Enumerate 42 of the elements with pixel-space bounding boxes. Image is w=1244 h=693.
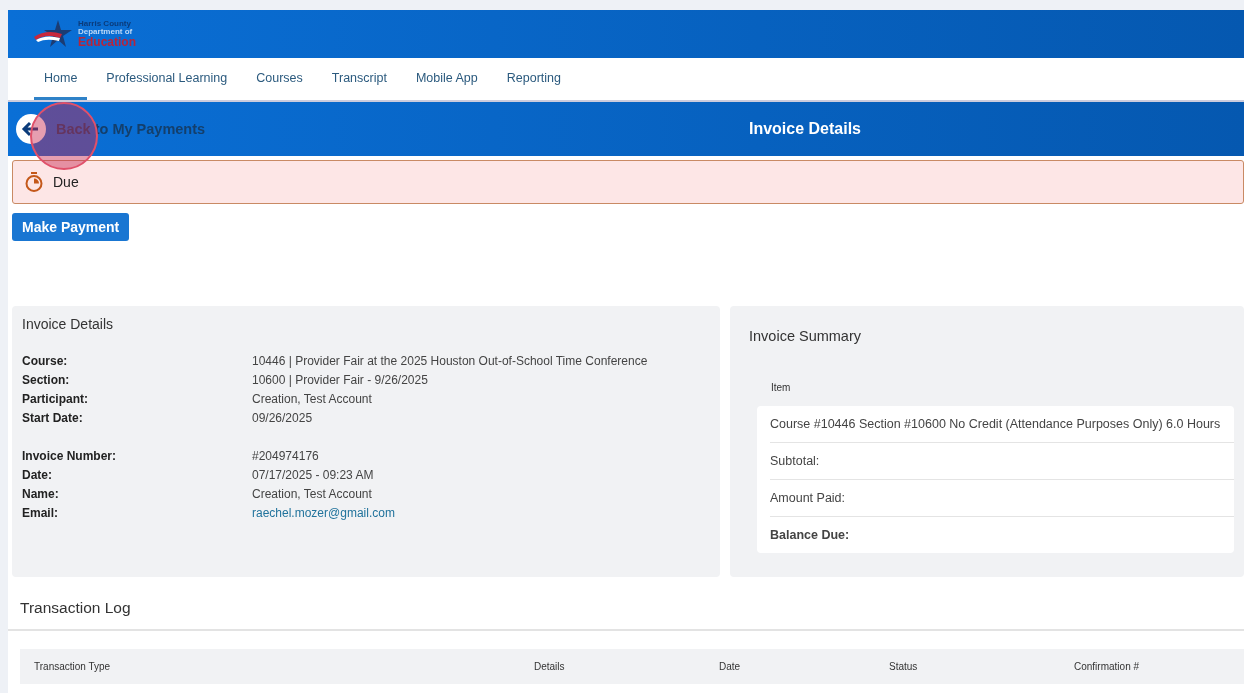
nav-tab[interactable]: Courses (246, 58, 313, 100)
summary-row: Amount Paid: (770, 480, 1234, 517)
card-title: Invoice Details (22, 316, 115, 332)
field-value: 10446 | Provider Fair at the 2025 Houston Out-of-School Time Conference (252, 353, 648, 370)
card-title: Invoice Summary (749, 328, 862, 344)
field-value: 07/17/2025 - 09:23 AM (252, 467, 374, 484)
section-title: Transaction Log (8, 577, 1244, 631)
field-label: Email: (22, 505, 59, 522)
make-payment-button[interactable]: Make Payment (12, 213, 130, 241)
summary-row: Course #10446 Section #10600 No Credit (Attendance Purposes Only) 6.0 Hours (770, 406, 1234, 443)
page-title: Invoice Details (747, 120, 862, 138)
nav-tab[interactable]: Transcript (321, 58, 397, 100)
column-header: Transaction Type (34, 661, 112, 672)
field-label: Name: (22, 486, 60, 503)
field-value: 09/26/2025 (252, 410, 313, 427)
field-value: Creation, Test Account (252, 391, 372, 408)
status-text: Due (53, 174, 79, 190)
summary-row-text: Balance Due: (770, 527, 851, 544)
logo-text: Department of (78, 28, 134, 36)
nav-tab[interactable]: Reporting (496, 58, 571, 100)
logo-text: Education (78, 36, 136, 48)
column-header: Item (771, 382, 792, 393)
field-value: 10600 | Provider Fair - 9/26/2025 (252, 372, 428, 389)
column-header: Status (889, 661, 919, 672)
column-header: Details (534, 661, 566, 672)
field-label: Start Date: (22, 410, 84, 427)
field-label: Section: (22, 372, 71, 389)
nav-tab[interactable]: Mobile App (405, 58, 488, 100)
field-value: Creation, Test Account (252, 486, 372, 503)
field-label: Course: (22, 353, 69, 370)
logo-text: Harris County (78, 20, 131, 28)
field-label: Date: (22, 467, 53, 484)
field-value: #204974176 (252, 448, 319, 465)
field-label: Invoice Number: (22, 448, 118, 465)
column-header: Date (719, 661, 742, 672)
column-header: Confirmation # (1074, 661, 1141, 672)
nav-tab[interactable]: Professional Learning (96, 58, 238, 100)
field-label: Participant: (22, 391, 89, 408)
logo[interactable]: Harris County Department of Education (32, 19, 136, 49)
stopwatch-icon (25, 172, 43, 192)
email-link[interactable]: raechel.mozer@gmail.com (252, 504, 395, 523)
summary-row: Subtotal: (770, 443, 1234, 480)
